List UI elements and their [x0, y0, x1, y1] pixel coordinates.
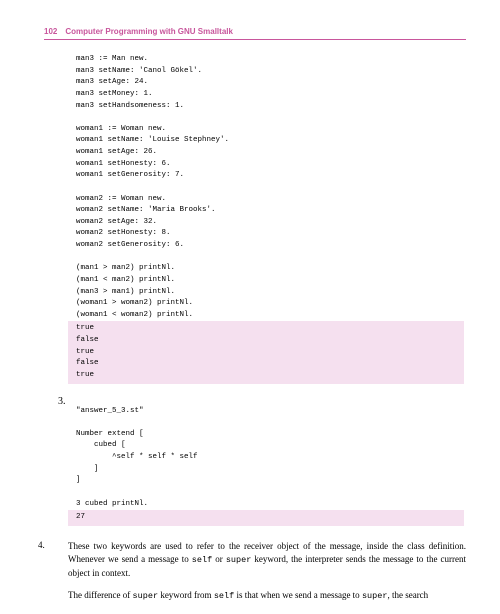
text: or [212, 554, 226, 564]
code-super: super [133, 591, 159, 601]
page-header: 102 Computer Programming with GNU Smallta… [44, 26, 466, 40]
code-super: super [362, 591, 388, 601]
paragraph-4a: These two keywords are used to refer to … [68, 540, 466, 581]
code-self: self [192, 555, 212, 565]
code-self: self [214, 591, 234, 601]
output-block-1: true false true false true [68, 321, 464, 383]
header-text: 102 Computer Programming with GNU Smallta… [44, 27, 233, 36]
code-super: super [226, 555, 252, 565]
code-block-2: "answer_5_3.st" Number extend [ cubed [ … [76, 406, 466, 511]
text: , the search [387, 590, 428, 600]
paragraph-4b: The difference of super keyword from sel… [68, 589, 466, 603]
list-number-3: 3. [58, 396, 66, 407]
output-block-2: 27 [68, 510, 464, 526]
text: keyword from [158, 590, 214, 600]
code-block-1: man3 := Man new. man3 setName: 'Canol Gö… [76, 54, 466, 321]
page-number: 102 [44, 27, 57, 36]
text: The difference of [68, 590, 133, 600]
header-title: Computer Programming with GNU Smalltalk [65, 27, 233, 36]
list-number-4: 4. [38, 540, 45, 550]
list-item-3: 3. "answer_5_3.st" Number extend [ cubed… [44, 396, 466, 526]
text: is that when we send a message to [234, 590, 362, 600]
list-item-4: 4. These two keywords are used to refer … [68, 540, 466, 603]
